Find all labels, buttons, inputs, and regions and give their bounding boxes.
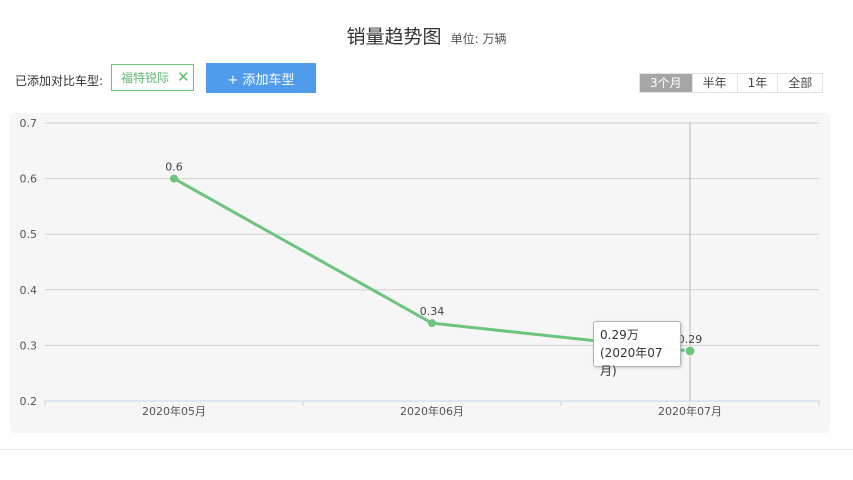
x-tick-label: 2020年07月 — [658, 404, 722, 418]
y-tick-label: 0.6 — [20, 173, 38, 186]
y-tick-label: 0.5 — [20, 228, 38, 241]
data-point — [428, 319, 436, 328]
data-point — [170, 174, 178, 183]
x-tick-label: 2020年05月 — [142, 404, 206, 418]
data-label: 0.34 — [420, 305, 445, 318]
data-point — [684, 345, 696, 357]
x-tick-label: 2020年06月 — [400, 404, 464, 418]
data-label: 0.29 — [678, 333, 703, 346]
value-tooltip: 0.29万 (2020年07月) — [593, 321, 681, 378]
tooltip-period: (2020年07月) — [600, 346, 663, 378]
divider — [0, 449, 853, 450]
y-tick-label: 0.7 — [20, 117, 38, 130]
y-tick-label: 0.4 — [20, 284, 38, 297]
sales-trend-chart: 0.2 0.3 0.4 0.5 0.6 0.7 2020年05月 2020年06月 2020年0… — [20, 117, 820, 418]
y-tick-label: 0.2 — [20, 395, 38, 408]
tooltip-value: 0.29万 — [600, 328, 639, 342]
y-tick-label: 0.3 — [20, 339, 38, 352]
data-label: 0.6 — [165, 161, 183, 174]
